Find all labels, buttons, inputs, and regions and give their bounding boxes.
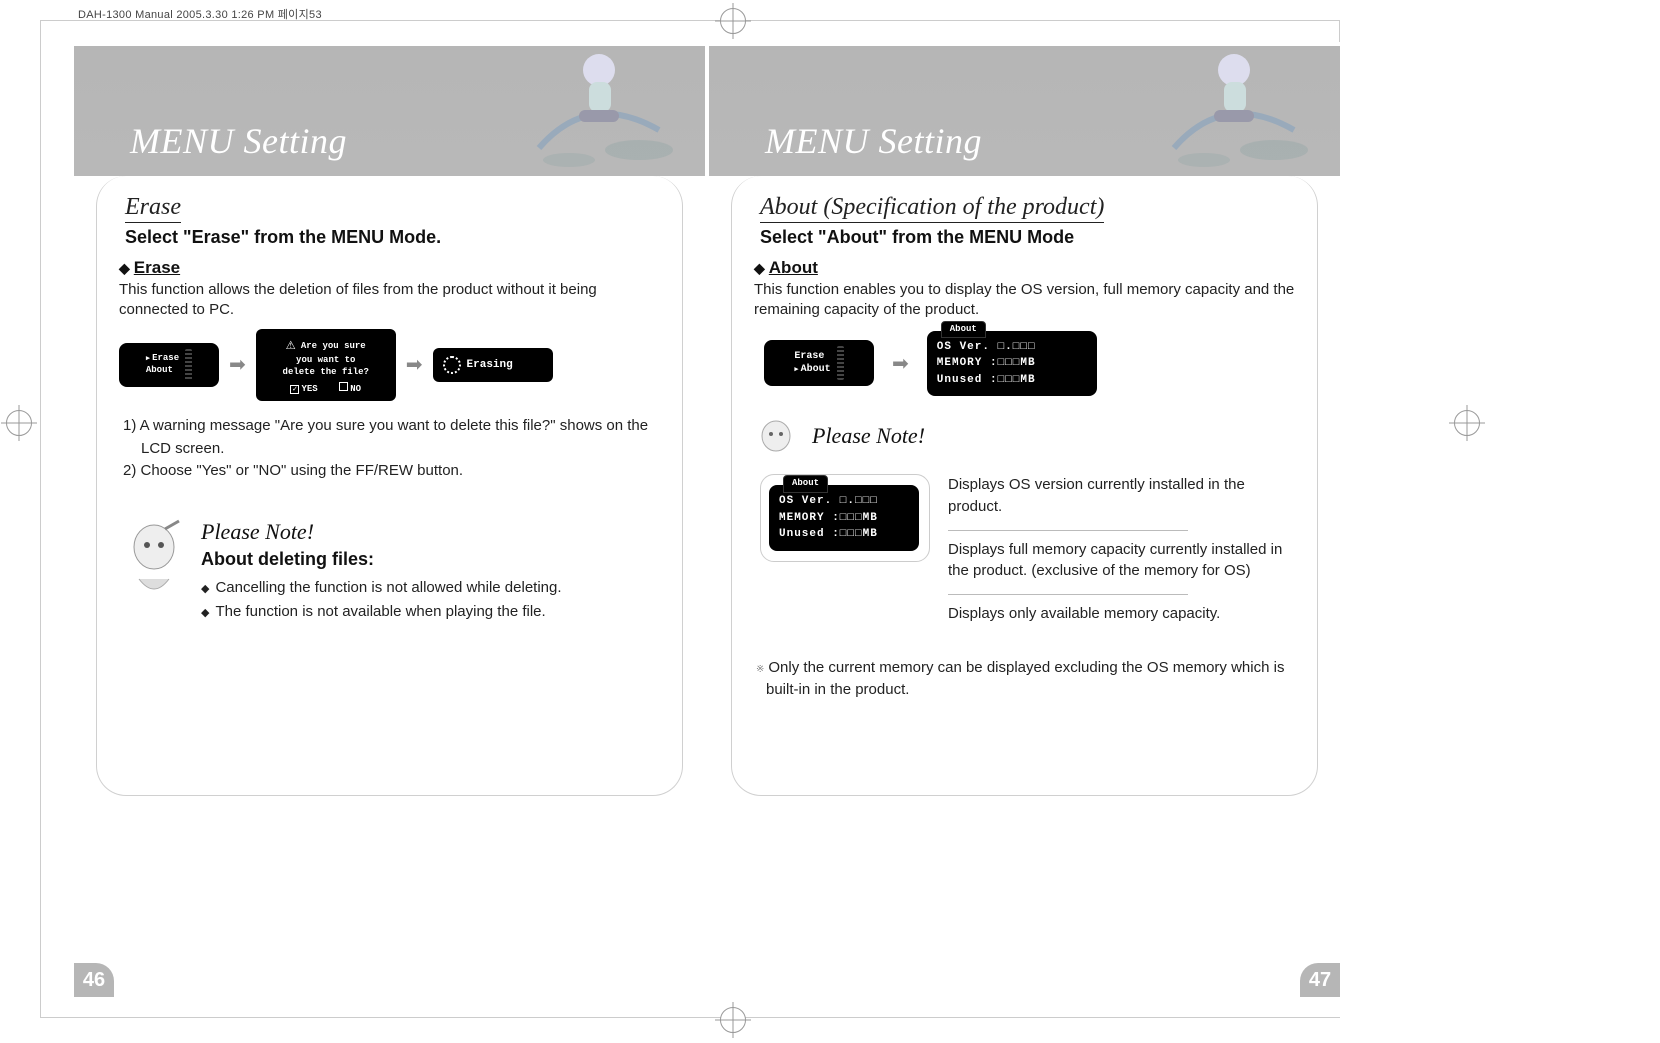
crop-guide	[40, 20, 41, 1018]
header-band: MENU Setting	[74, 46, 705, 176]
note-title: Please Note!	[201, 519, 562, 545]
skater-illustration-icon	[509, 30, 679, 180]
arrow-right-icon: ➡	[225, 352, 250, 377]
body-text: This function enables you to display the…	[754, 280, 1295, 321]
footnote: ※Only the current memory can be displaye…	[754, 657, 1295, 701]
checkbox-yes-icon: ✓	[290, 385, 299, 394]
section-select: Select "Erase" from the MENU Mode.	[125, 227, 660, 248]
about-tab: About	[941, 321, 986, 339]
body-text: This function allows the deletion of fil…	[119, 280, 660, 321]
detail-callouts: Displays OS version currently installed …	[948, 474, 1295, 637]
checkbox-no-icon	[339, 382, 348, 391]
section-select: Select "About" from the MENU Mode	[760, 227, 1295, 248]
device-screen-menu: Erase About	[119, 343, 219, 387]
callout-rule	[948, 594, 1188, 595]
callout-rule	[948, 530, 1188, 531]
register-mark-icon	[6, 410, 32, 436]
device-screen-warning: ⚠ Are you sure you want to delete the fi…	[256, 329, 396, 402]
note-bullet: ◆The function is not available when play…	[201, 600, 562, 624]
note-character-icon	[119, 519, 189, 609]
note-character-icon	[754, 416, 802, 460]
warning-triangle-icon: ⚠	[286, 335, 296, 356]
section-title: About (Specification of the product)	[760, 194, 1104, 223]
about-tab: About	[783, 475, 828, 493]
step-item: 2) Choose "Yes" or "NO" using the FF/REW…	[119, 460, 660, 483]
device-screen-erasing: Erasing	[433, 348, 553, 382]
device-screen-about: About OS Ver. □.□□□ MEMORY :□□□MB Unused…	[927, 331, 1097, 397]
callout-item: Displays only available memory capacity.	[948, 603, 1295, 625]
page-right: MENU Setting About (Specification of the…	[709, 46, 1340, 993]
device-screen-about-detail: About OS Ver. □.□□□ MEMORY :□□□MB Unused…	[769, 485, 919, 551]
about-detail: About OS Ver. □.□□□ MEMORY :□□□MB Unused…	[760, 474, 1295, 637]
skater-illustration-icon	[1144, 30, 1314, 180]
crop-guide	[1339, 20, 1340, 42]
page-number: 46	[74, 963, 114, 997]
note-title: Please Note!	[812, 423, 925, 449]
header-band: MENU Setting	[709, 46, 1340, 176]
erase-flow: Erase About ➡ ⚠ Are you sure you want to…	[119, 329, 660, 402]
reference-mark-icon: ※	[756, 664, 764, 675]
device-screen-menu: Erase About	[764, 340, 874, 386]
register-mark-icon	[720, 1007, 746, 1033]
about-flow: Erase About ➡ About OS Ver. □.□□□ MEMORY…	[764, 331, 1295, 397]
register-mark-icon	[1454, 410, 1480, 436]
diamond-bullet-icon: ◆	[754, 260, 765, 276]
gear-icon	[443, 356, 461, 374]
diamond-bullet-icon: ◆	[201, 583, 209, 595]
content-box: Erase Select "Erase" from the MENU Mode.…	[96, 176, 683, 796]
page-spread: MENU Setting Erase Select "Erase" from t…	[74, 46, 1340, 993]
band-title: MENU Setting	[765, 120, 982, 162]
arrow-right-icon: ➡	[888, 351, 913, 376]
note-block: Please Note! About deleting files: ◆Canc…	[119, 519, 660, 624]
callout-item: Displays OS version currently installed …	[948, 474, 1295, 518]
sub-heading: ◆About	[754, 258, 1295, 278]
arrow-right-icon: ➡	[402, 352, 427, 377]
page-left: MENU Setting Erase Select "Erase" from t…	[74, 46, 705, 993]
note-bullet: ◆Cancelling the function is not allowed …	[201, 576, 562, 600]
detail-screen-wrap: About OS Ver. □.□□□ MEMORY :□□□MB Unused…	[760, 474, 930, 562]
steps-list: 1) A warning message "Are you sure you w…	[119, 415, 660, 483]
callout-item: Displays full memory capacity currently …	[948, 539, 1295, 583]
note-subtitle: About deleting files:	[201, 549, 562, 570]
diamond-bullet-icon: ◆	[119, 260, 130, 276]
section-title: Erase	[125, 194, 181, 223]
band-title: MENU Setting	[130, 120, 347, 162]
diamond-bullet-icon: ◆	[201, 607, 209, 619]
content-box: About (Specification of the product) Sel…	[731, 176, 1318, 796]
crop-guide	[40, 20, 1340, 21]
step-item: 1) A warning message "Are you sure you w…	[119, 415, 660, 460]
crop-guide	[40, 1017, 1340, 1018]
sub-heading: ◆Erase	[119, 258, 660, 278]
note-heading: Please Note!	[754, 416, 1295, 460]
register-mark-icon	[720, 8, 746, 34]
page-number: 47	[1300, 963, 1340, 997]
